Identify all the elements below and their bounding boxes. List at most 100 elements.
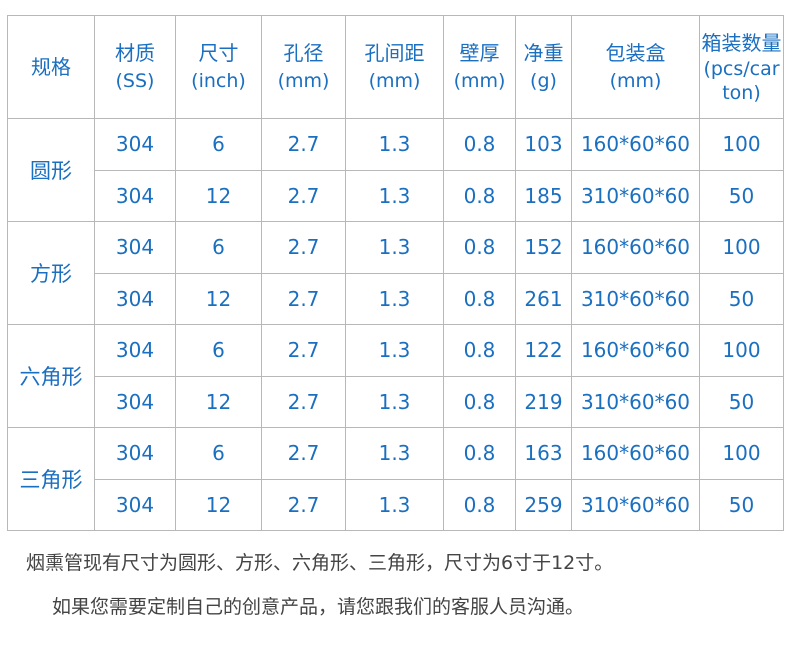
cell-hole-spacing: 1.3: [345, 478, 444, 531]
table-row: 方形 304 6 2.7 1.3 0.8 152 160*60*60 100: [7, 221, 784, 325]
table-body: 圆形 304 6 2.7 1.3 0.8 103 160*60*60 100 304 12 2.7 1.…: [7, 118, 784, 531]
header-label: 箱装数量: [701, 31, 782, 55]
cell-size: 6: [175, 427, 262, 480]
cell-wall-thickness: 0.8: [443, 478, 516, 531]
cell-size: 12: [175, 478, 262, 531]
table-row: 304 12 2.7 1.3 0.8 261 310*60*60 50: [8, 272, 784, 325]
cell-hole-spacing: 1.3: [345, 169, 444, 222]
header-wall-thickness: 壁厚 (mm): [443, 15, 516, 119]
cell-material: 304: [94, 427, 176, 480]
cell-size: 6: [175, 118, 262, 171]
cell-package-box: 160*60*60: [571, 427, 700, 480]
cell-net-weight: 219: [515, 375, 572, 428]
cell-carton-qty: 100: [699, 221, 784, 274]
cell-material: 304: [94, 169, 176, 222]
header-label: 壁厚: [459, 41, 500, 65]
cell-hole-diameter: 2.7: [261, 375, 346, 428]
header-unit: (g): [530, 70, 557, 92]
cell-material: 304: [94, 272, 176, 325]
cell-package-box: 160*60*60: [571, 221, 700, 274]
cell-net-weight: 152: [515, 221, 572, 274]
cell-package-box: 310*60*60: [571, 478, 700, 531]
header-package-box: 包装盒 (mm): [571, 15, 700, 119]
header-label: 孔径: [283, 41, 324, 65]
header-label: 尺寸: [198, 41, 239, 65]
table-row: 六角形 304 6 2.7 1.3 0.8 122 160*60*60 100: [7, 324, 784, 428]
table-row: 304 12 2.7 1.3 0.8 259 310*60*60 50: [8, 478, 784, 531]
cell-hole-diameter: 2.7: [261, 324, 346, 377]
cell-net-weight: 163: [515, 427, 572, 480]
cell-hole-diameter: 2.7: [261, 427, 346, 480]
header-carton-qty: 箱装数量 (pcs/carton): [699, 15, 784, 119]
cell-material: 304: [94, 375, 176, 428]
group-label: 三角形: [7, 427, 95, 531]
header-unit: (mm): [609, 70, 662, 92]
cell-wall-thickness: 0.8: [443, 427, 516, 480]
cell-material: 304: [94, 324, 176, 377]
cell-size: 6: [175, 324, 262, 377]
cell-hole-spacing: 1.3: [345, 324, 444, 377]
cell-carton-qty: 100: [699, 118, 784, 171]
header-unit: (mm): [453, 70, 506, 92]
header-label: 材质: [115, 41, 155, 65]
cell-carton-qty: 100: [699, 427, 784, 480]
cell-size: 6: [175, 221, 262, 274]
cell-hole-spacing: 1.3: [345, 221, 444, 274]
cell-package-box: 160*60*60: [571, 118, 700, 171]
cell-carton-qty: 50: [699, 169, 784, 222]
cell-net-weight: 185: [515, 169, 572, 222]
header-label: 孔间距: [364, 41, 425, 65]
header-spec: 规格: [7, 15, 95, 119]
header-unit: (mm): [368, 70, 421, 92]
note-line-2: 如果您需要定制自己的创意产品，请您跟我们的客服人员沟通。: [52, 596, 585, 618]
cell-hole-spacing: 1.3: [345, 375, 444, 428]
cell-wall-thickness: 0.8: [443, 169, 516, 222]
spec-table: 规格 材质 (SS) 尺寸 (inch) 孔径 (mm) 孔间距 (mm) 壁厚 (mm)…: [7, 15, 784, 531]
header-label: 净重: [523, 41, 564, 65]
cell-carton-qty: 100: [699, 324, 784, 377]
cell-material: 304: [94, 478, 176, 531]
note-line-1: 烟熏管现有尺寸为圆形、方形、六角形、三角形，尺寸为6寸于12寸。: [26, 552, 614, 574]
header-hole-spacing: 孔间距 (mm): [345, 15, 444, 119]
cell-carton-qty: 50: [699, 478, 784, 531]
cell-package-box: 310*60*60: [571, 272, 700, 325]
cell-size: 12: [175, 169, 262, 222]
cell-carton-qty: 50: [699, 272, 784, 325]
header-unit: (inch): [191, 70, 246, 92]
cell-package-box: 310*60*60: [571, 375, 700, 428]
cell-size: 12: [175, 375, 262, 428]
header-unit: (mm): [277, 70, 330, 92]
cell-wall-thickness: 0.8: [443, 272, 516, 325]
cell-hole-diameter: 2.7: [261, 478, 346, 531]
cell-hole-spacing: 1.3: [345, 272, 444, 325]
header-net-weight: 净重 (g): [515, 15, 572, 119]
header-size: 尺寸 (inch): [175, 15, 262, 119]
cell-material: 304: [94, 221, 176, 274]
cell-package-box: 310*60*60: [571, 169, 700, 222]
header-material: 材质 (SS): [94, 15, 176, 119]
header-hole-diameter: 孔径 (mm): [261, 15, 346, 119]
cell-net-weight: 122: [515, 324, 572, 377]
group-label: 方形: [7, 221, 95, 325]
table-row: 304 12 2.7 1.3 0.8 219 310*60*60 50: [8, 375, 784, 428]
table-row: 三角形 304 6 2.7 1.3 0.8 163 160*60*60 100: [7, 427, 784, 531]
cell-hole-diameter: 2.7: [261, 169, 346, 222]
cell-hole-spacing: 1.3: [345, 118, 444, 171]
table-row: 圆形 304 6 2.7 1.3 0.8 103 160*60*60 100: [7, 118, 784, 222]
cell-wall-thickness: 0.8: [443, 221, 516, 274]
cell-hole-spacing: 1.3: [345, 427, 444, 480]
group-label: 六角形: [7, 324, 95, 428]
cell-wall-thickness: 0.8: [443, 324, 516, 377]
cell-wall-thickness: 0.8: [443, 375, 516, 428]
cell-wall-thickness: 0.8: [443, 118, 516, 171]
header-label: 规格: [31, 55, 71, 79]
header-unit: (pcs/carton): [703, 58, 780, 104]
cell-net-weight: 259: [515, 478, 572, 531]
cell-carton-qty: 50: [699, 375, 784, 428]
header-unit: (SS): [115, 70, 155, 92]
cell-package-box: 160*60*60: [571, 324, 700, 377]
cell-material: 304: [94, 118, 176, 171]
cell-hole-diameter: 2.7: [261, 118, 346, 171]
group-label: 圆形: [7, 118, 95, 222]
header-row: 规格 材质 (SS) 尺寸 (inch) 孔径 (mm) 孔间距 (mm) 壁厚 (mm)…: [7, 15, 784, 119]
